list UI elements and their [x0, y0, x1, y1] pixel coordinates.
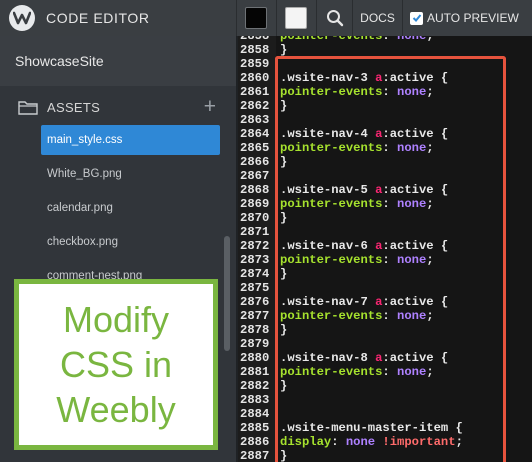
line-number: 2886 [240, 435, 270, 449]
weebly-w-glyph [13, 11, 31, 25]
light-theme-swatch[interactable] [285, 7, 307, 29]
checkmark-icon [412, 14, 421, 22]
code-token-punc: : [382, 36, 398, 43]
line-number: 2866 [240, 155, 270, 169]
line-number: 2859 [240, 57, 270, 71]
search-icon [326, 10, 343, 27]
line-number: 2870 [240, 211, 270, 225]
code-token-punc: ; [426, 36, 434, 43]
docs-button[interactable]: DOCS [352, 0, 402, 36]
line-number: 2858 [240, 36, 270, 43]
line-number: 2868 [240, 183, 270, 197]
code-line[interactable]: 2858 pointer-events: none; [238, 36, 532, 43]
file-item-white-bg[interactable]: White_BG.png [41, 159, 220, 189]
line-number: 2880 [240, 351, 270, 365]
line-number: 2884 [240, 407, 270, 421]
line-number: 2874 [240, 267, 270, 281]
file-item-checkbox[interactable]: checkbox.png [41, 227, 220, 257]
line-number: 2877 [240, 309, 270, 323]
dark-theme-swatch[interactable] [245, 7, 267, 29]
line-number: 2862 [240, 99, 270, 113]
dark-theme-tool[interactable] [236, 0, 276, 36]
search-button[interactable] [316, 0, 352, 36]
weebly-logo-icon[interactable] [9, 5, 35, 31]
line-number: 2869 [240, 197, 270, 211]
assets-section-header[interactable]: ASSETS + [0, 90, 236, 124]
file-name: main_style.css [47, 134, 123, 146]
line-number: 2885 [240, 421, 270, 435]
line-number: 2871 [240, 225, 270, 239]
code-text: pointer-events: none; [280, 36, 434, 43]
sidebar-scrollbar[interactable] [224, 236, 230, 351]
file-name: checkbox.png [47, 236, 118, 248]
brand: CODE EDITOR [0, 0, 236, 36]
code-text: } [280, 43, 287, 57]
line-number: 2875 [240, 281, 270, 295]
site-name[interactable]: ShowcaseSite [0, 36, 236, 86]
light-theme-tool[interactable] [276, 0, 316, 36]
line-number: 2858 [240, 43, 270, 57]
code-token-punc: } [280, 43, 288, 57]
folder-icon [18, 101, 38, 115]
auto-preview-label: AUTO PREVIEW [427, 11, 519, 25]
line-number: 2873 [240, 253, 270, 267]
code-line[interactable]: 2858} [238, 43, 532, 57]
code-token-prop: pointer-events [280, 36, 383, 43]
highlight-box [275, 56, 506, 462]
line-number: 2883 [240, 393, 270, 407]
callout-line: Weebly [56, 389, 176, 430]
file-name: calendar.png [47, 202, 113, 214]
file-item-main-style[interactable]: main_style.css [41, 125, 220, 155]
line-number: 2876 [240, 295, 270, 309]
code-token-val: none [397, 36, 427, 43]
line-number: 2861 [240, 85, 270, 99]
docs-label: DOCS [360, 11, 395, 25]
line-number: 2860 [240, 71, 270, 85]
line-number: 2881 [240, 365, 270, 379]
callout-box: Modify CSS in Weebly [14, 279, 218, 450]
callout-line: CSS in [59, 344, 173, 385]
file-item-calendar[interactable]: calendar.png [41, 193, 220, 223]
line-number: 2872 [240, 239, 270, 253]
auto-preview-toggle[interactable]: AUTO PREVIEW [402, 0, 532, 36]
assets-label: ASSETS [47, 99, 101, 115]
line-number: 2863 [240, 113, 270, 127]
line-number: 2864 [240, 127, 270, 141]
line-number: 2867 [240, 169, 270, 183]
line-number: 2879 [240, 337, 270, 351]
line-number: 2878 [240, 323, 270, 337]
auto-preview-checkbox[interactable] [410, 11, 423, 25]
add-asset-icon[interactable]: + [204, 96, 216, 117]
file-name: White_BG.png [47, 168, 122, 180]
line-number: 2865 [240, 141, 270, 155]
line-number: 2887 [240, 449, 270, 462]
app-title: CODE EDITOR [46, 10, 150, 26]
callout-line: Modify [62, 299, 170, 340]
top-bar: CODE EDITOR DOCS AUTO PREVIEW [0, 0, 532, 36]
line-number: 2882 [240, 379, 270, 393]
